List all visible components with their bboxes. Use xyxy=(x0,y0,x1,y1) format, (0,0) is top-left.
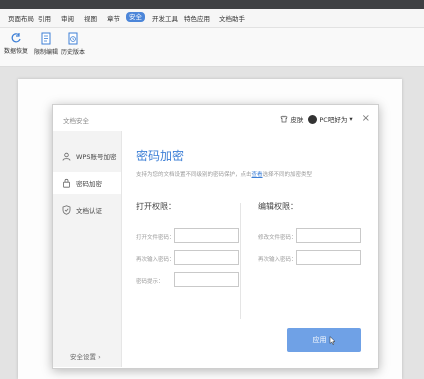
sidebar-item-label: 密码加密 xyxy=(76,180,102,188)
sidebar-item-label: WPS账号加密 xyxy=(76,153,117,161)
edit-password-input[interactable] xyxy=(296,228,361,243)
close-icon[interactable]: × xyxy=(362,114,370,124)
tab-page-layout[interactable]: 页面布局 xyxy=(8,13,34,23)
password-hint-input[interactable] xyxy=(174,272,239,287)
open-password-confirm-label: 再次输入密码： xyxy=(136,257,175,263)
edit-password-label: 修改文件密码： xyxy=(258,235,297,241)
user-menu[interactable]: PC吧好为 ▾ xyxy=(308,114,353,124)
tab-document-assistant[interactable]: 文档助手 xyxy=(219,13,245,23)
user-name: PC吧好为 xyxy=(319,116,348,124)
tab-chapter[interactable]: 章节 xyxy=(107,13,120,23)
history-version-icon xyxy=(68,32,78,45)
open-password-label: 打开文件密码： xyxy=(136,235,175,241)
title-bar xyxy=(0,0,424,9)
edit-password-confirm-label: 再次输入密码： xyxy=(258,257,297,263)
security-settings-link[interactable]: 安全设置 › xyxy=(70,351,101,361)
shirt-icon xyxy=(280,115,288,123)
data-recovery-label: 数据恢复 xyxy=(4,48,29,55)
apply-button[interactable]: 应用 xyxy=(287,328,361,352)
apply-label: 应用 xyxy=(312,336,327,344)
restrict-edit-icon xyxy=(41,32,51,45)
ribbon-tab-bar: 页面布局 引用 审阅 视图 章节 安全 开发工具 特色应用 文档助手 xyxy=(0,9,424,28)
view-link[interactable]: 查看 xyxy=(252,172,263,178)
skin-label: 皮肤 xyxy=(290,116,304,124)
tab-featured-apps[interactable]: 特色应用 xyxy=(184,13,210,23)
user-icon xyxy=(60,152,72,161)
description-text-end: 选择不同的加密类型 xyxy=(262,172,313,178)
tab-security[interactable]: 安全 xyxy=(126,12,145,22)
restrict-edit-button[interactable]: 限制编辑 xyxy=(34,32,58,56)
data-recovery-button[interactable]: 数据恢复 xyxy=(4,32,28,55)
data-recovery-icon xyxy=(11,33,21,43)
shield-check-icon xyxy=(60,205,72,215)
avatar xyxy=(308,114,318,124)
sidebar-item-password-encryption[interactable]: 密码加密 xyxy=(53,172,121,194)
section-divider xyxy=(240,203,241,319)
tab-review[interactable]: 审阅 xyxy=(61,13,74,23)
open-password-input[interactable] xyxy=(174,228,239,243)
security-settings-label: 安全设置 xyxy=(70,353,96,361)
cursor-icon xyxy=(329,335,336,345)
history-version-label: 历史版本 xyxy=(61,49,86,56)
history-version-button[interactable]: 历史版本 xyxy=(61,32,85,56)
tab-developer-tools[interactable]: 开发工具 xyxy=(152,13,178,23)
description-text: 支持为您的文档设置不同级别的密码保护，点击 xyxy=(136,172,252,178)
open-password-confirm-input[interactable] xyxy=(174,250,239,265)
dialog-header-actions: 皮肤 PC吧好为 ▾ × xyxy=(280,111,370,127)
panel-description: 支持为您的文档设置不同级别的密码保护，点击查看选择不同的加密类型 xyxy=(136,170,312,178)
sidebar-item-wps-account-encryption[interactable]: WPS账号加密 xyxy=(53,145,121,167)
document-security-dialog: 文档安全 皮肤 PC吧好为 ▾ × WPS账号加密 密码加密 文档认证 安全设置… xyxy=(52,104,379,369)
open-permission-title: 打开权限： xyxy=(136,202,176,211)
edit-permission-title: 编辑权限： xyxy=(258,202,298,211)
tab-view[interactable]: 视图 xyxy=(84,13,97,23)
edit-password-confirm-input[interactable] xyxy=(296,250,361,265)
ribbon-toolbar: 数据恢复 限制编辑 历史版本 xyxy=(0,28,424,67)
chevron-down-icon: ▾ xyxy=(349,115,353,123)
tab-references[interactable]: 引用 xyxy=(38,13,51,23)
dialog-sidebar: WPS账号加密 密码加密 文档认证 安全设置 › xyxy=(53,131,122,367)
sidebar-item-document-certification[interactable]: 文档认证 xyxy=(53,199,121,221)
skin-button[interactable]: 皮肤 xyxy=(280,114,303,124)
panel-heading: 密码加密 xyxy=(136,149,185,163)
sidebar-item-label: 文档认证 xyxy=(76,207,102,215)
password-hint-label: 密码提示： xyxy=(136,279,164,285)
lock-icon xyxy=(60,178,72,188)
restrict-edit-label: 限制编辑 xyxy=(34,49,59,56)
chevron-right-icon: › xyxy=(98,353,101,361)
dialog-title: 文档安全 xyxy=(63,117,89,125)
password-encryption-panel: 密码加密 支持为您的文档设置不同级别的密码保护，点击查看选择不同的加密类型 打开… xyxy=(122,131,378,368)
